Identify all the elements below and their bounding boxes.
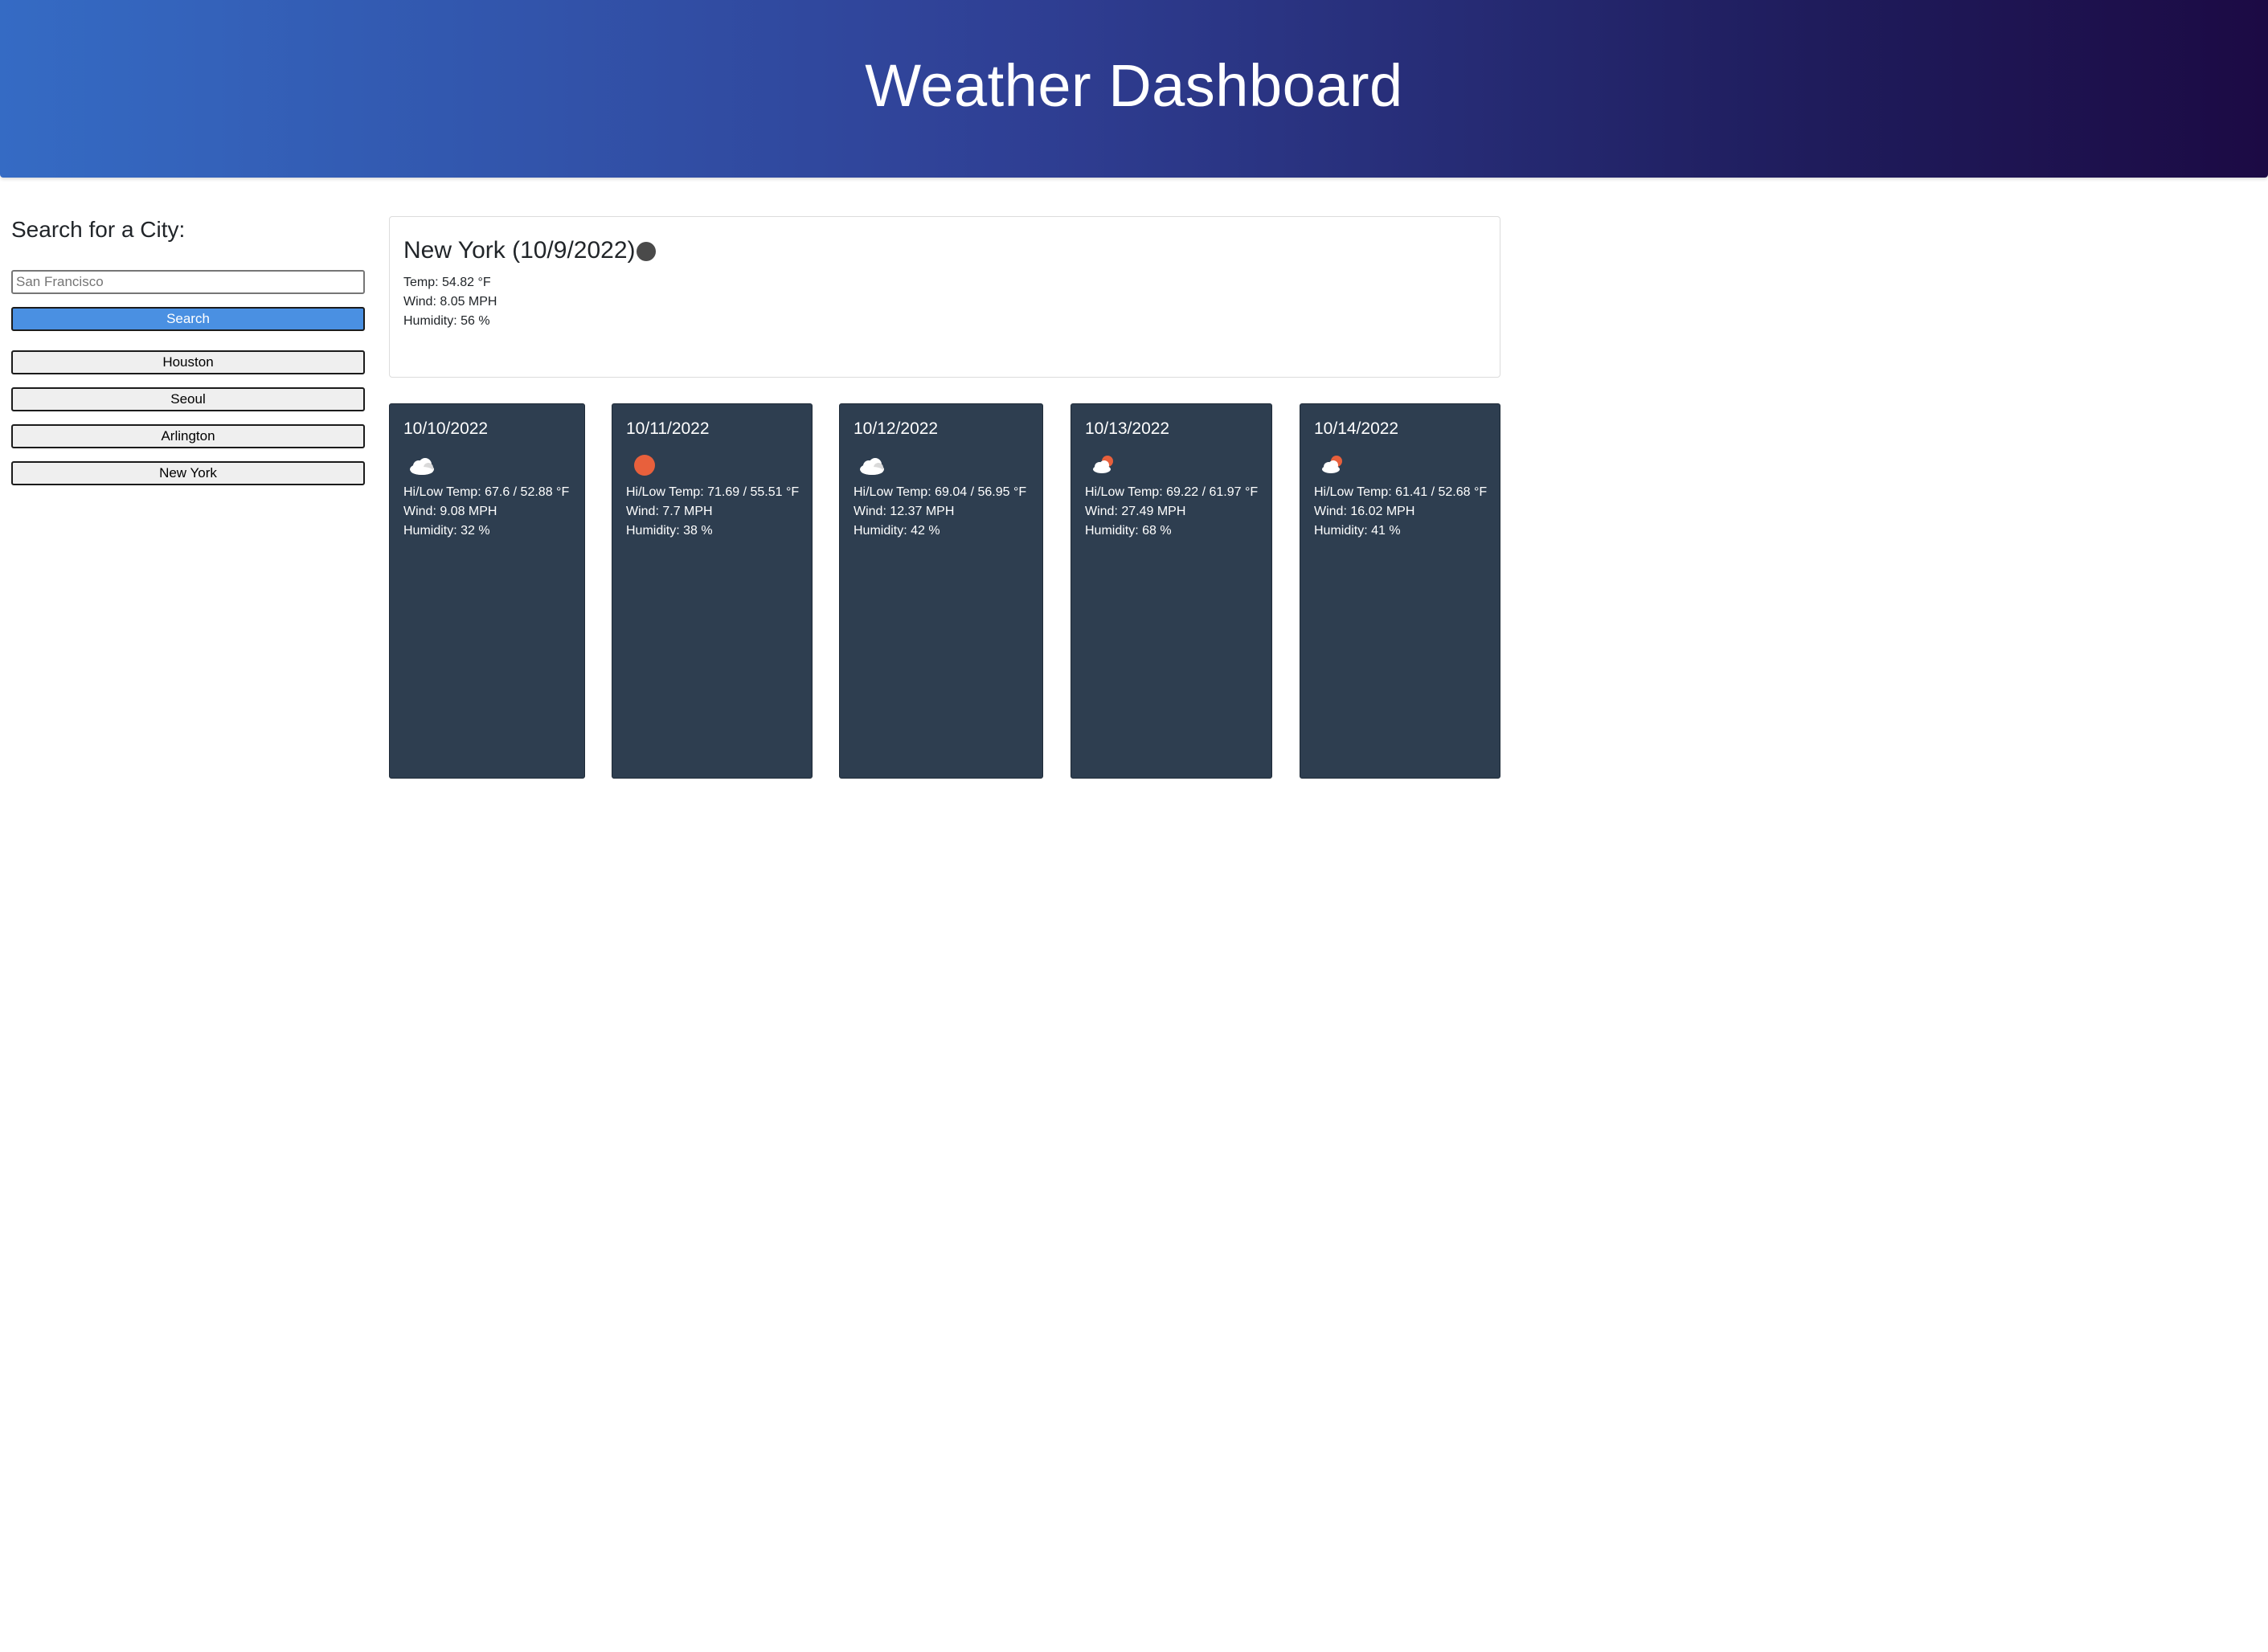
forecast-hilow: Hi/Low Temp: 69.22 / 61.97 °F <box>1085 485 1259 499</box>
search-heading: Search for a City: <box>11 217 186 242</box>
forecast-humidity: Humidity: 41 % <box>1314 524 1401 538</box>
forecast-details: Hi/Low Temp: 67.6 / 52.88 °F Wind: 9.08 … <box>403 483 569 541</box>
forecast-card: 10/13/2022 Hi/Low Temp: 69.22 / 61.97 °F… <box>1071 403 1272 779</box>
forecast-hilow: Hi/Low Temp: 69.04 / 56.95 °F <box>854 485 1027 499</box>
forecast-details: Hi/Low Temp: 71.69 / 55.51 °F Wind: 7.7 … <box>626 483 799 541</box>
forecast-humidity: Humidity: 42 % <box>854 524 940 538</box>
forecast-date: 10/13/2022 <box>1085 419 1170 438</box>
search-sidebar: Search for a City: Search Houston Seoul … <box>11 214 366 485</box>
forecast-hilow: Hi/Low Temp: 67.6 / 52.88 °F <box>403 485 570 499</box>
forecast-date: 10/12/2022 <box>854 419 939 438</box>
forecast-card: 10/12/2022 Hi/Low Temp: 69.04 / 56.95 °F… <box>839 403 1043 779</box>
forecast-date: 10/14/2022 <box>1314 419 1399 438</box>
partly-cloudy-icon <box>1318 451 1347 480</box>
city-search-input[interactable] <box>11 270 365 294</box>
cloud-icon <box>407 451 436 480</box>
forecast-wind: Wind: 16.02 MPH <box>1314 505 1415 518</box>
history-city-button[interactable]: Arlington <box>11 424 365 448</box>
forecast-date: 10/10/2022 <box>403 419 489 438</box>
forecast-date: 10/11/2022 <box>626 419 710 438</box>
dark-cloud-icon <box>636 241 657 262</box>
forecast-details: Hi/Low Temp: 69.22 / 61.97 °F Wind: 27.4… <box>1085 483 1258 541</box>
forecast-card: 10/14/2022 Hi/Low Temp: 61.41 / 52.68 °F… <box>1300 403 1500 779</box>
current-humidity: Humidity: 56 % <box>403 314 490 328</box>
partly-cloudy-icon <box>1089 451 1118 480</box>
history-city-button[interactable]: New York <box>11 461 365 485</box>
page-title: Weather Dashboard <box>865 52 1403 119</box>
forecast-humidity: Humidity: 32 % <box>403 524 490 538</box>
forecast-details: Hi/Low Temp: 69.04 / 56.95 °F Wind: 12.3… <box>854 483 1026 541</box>
forecast-card: 10/10/2022 Hi/Low Temp: 67.6 / 52.88 °F … <box>389 403 585 779</box>
history-city-button[interactable]: Houston <box>11 350 365 374</box>
current-weather-details: Temp: 54.82 °F Wind: 8.05 MPH Humidity: … <box>403 273 497 331</box>
current-weather-card: New York (10/9/2022) Temp: 54.82 °F Wind… <box>389 216 1500 378</box>
current-temp: Temp: 54.82 °F <box>403 276 491 289</box>
history-city-button[interactable]: Seoul <box>11 387 365 411</box>
forecast-hilow: Hi/Low Temp: 61.41 / 52.68 °F <box>1314 485 1488 499</box>
forecast-wind: Wind: 7.7 MPH <box>626 505 713 518</box>
search-history-list: Houston Seoul Arlington New York <box>11 350 365 498</box>
sun-icon <box>630 451 659 480</box>
page-header: Weather Dashboard <box>0 0 2268 178</box>
current-city-title: New York (10/9/2022) <box>403 237 636 264</box>
forecast-wind: Wind: 12.37 MPH <box>854 505 955 518</box>
forecast-card: 10/11/2022 Hi/Low Temp: 71.69 / 55.51 °F… <box>612 403 813 779</box>
cloud-icon <box>858 451 886 480</box>
forecast-wind: Wind: 27.49 MPH <box>1085 505 1186 518</box>
forecast-humidity: Humidity: 68 % <box>1085 524 1172 538</box>
forecast-wind: Wind: 9.08 MPH <box>403 505 497 518</box>
forecast-hilow: Hi/Low Temp: 71.69 / 55.51 °F <box>626 485 800 499</box>
forecast-humidity: Humidity: 38 % <box>626 524 713 538</box>
current-wind: Wind: 8.05 MPH <box>403 295 497 309</box>
search-button[interactable]: Search <box>11 307 365 331</box>
forecast-details: Hi/Low Temp: 61.41 / 52.68 °F Wind: 16.0… <box>1314 483 1487 541</box>
